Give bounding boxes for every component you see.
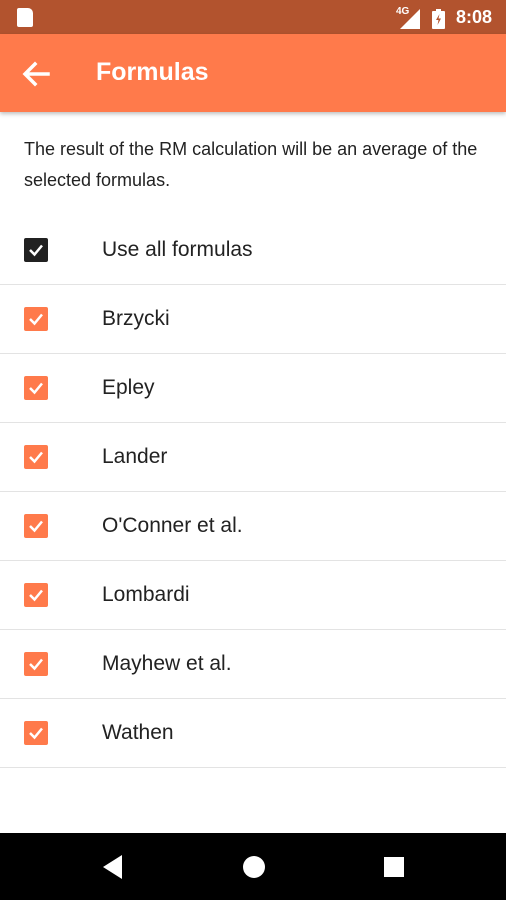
checkmark-icon	[29, 727, 43, 740]
formula-label: Lombardi	[102, 583, 190, 606]
system-nav-bar	[0, 833, 506, 900]
square-recents-icon[interactable]	[378, 851, 410, 883]
formula-checkbox[interactable]	[24, 307, 48, 331]
formula-label: Lander	[102, 445, 168, 468]
signal-icon	[400, 9, 420, 29]
checkmark-icon	[29, 451, 43, 464]
back-button[interactable]	[16, 54, 56, 94]
formula-list: Use all formulas Brzycki Epley Lander O'…	[0, 216, 506, 768]
checkmark-icon	[29, 520, 43, 533]
sd-card-icon	[17, 8, 33, 27]
checkmark-icon	[29, 244, 43, 257]
list-item[interactable]: Wathen	[0, 699, 506, 768]
formula-label: Epley	[102, 376, 155, 399]
formula-label: Wathen	[102, 721, 174, 744]
checkmark-icon	[29, 658, 43, 671]
formula-checkbox[interactable]	[24, 583, 48, 607]
formula-checkbox[interactable]	[24, 721, 48, 745]
formula-checkbox[interactable]	[24, 652, 48, 676]
checkmark-icon	[29, 589, 43, 602]
formula-label: Brzycki	[102, 307, 170, 330]
description-text: The result of the RM calculation will be…	[24, 139, 478, 190]
list-item[interactable]: Epley	[0, 354, 506, 423]
checkmark-icon	[29, 313, 43, 326]
status-bar: 4G 8:08	[0, 0, 506, 34]
use-all-label: Use all formulas	[102, 238, 253, 261]
page-title: Formulas	[96, 58, 209, 86]
list-item[interactable]: O'Conner et al.	[0, 492, 506, 561]
formula-label: Mayhew et al.	[102, 652, 232, 675]
battery-icon	[432, 9, 445, 29]
clock: 8:08	[456, 7, 493, 27]
list-item[interactable]: Lombardi	[0, 561, 506, 630]
circle-home-icon[interactable]	[238, 851, 270, 883]
triangle-back-icon[interactable]	[98, 851, 130, 883]
list-item[interactable]: Mayhew et al.	[0, 630, 506, 699]
list-item[interactable]: Brzycki	[0, 285, 506, 354]
checkmark-icon	[29, 382, 43, 395]
list-item[interactable]: Lander	[0, 423, 506, 492]
formula-label: O'Conner et al.	[102, 514, 243, 537]
app-bar: Formulas	[0, 34, 506, 112]
use-all-checkbox[interactable]	[24, 238, 48, 262]
formula-checkbox[interactable]	[24, 514, 48, 538]
arrow-left-icon	[22, 61, 50, 87]
formula-checkbox[interactable]	[24, 376, 48, 400]
formula-checkbox[interactable]	[24, 445, 48, 469]
use-all-formulas-row[interactable]: Use all formulas	[0, 216, 506, 285]
